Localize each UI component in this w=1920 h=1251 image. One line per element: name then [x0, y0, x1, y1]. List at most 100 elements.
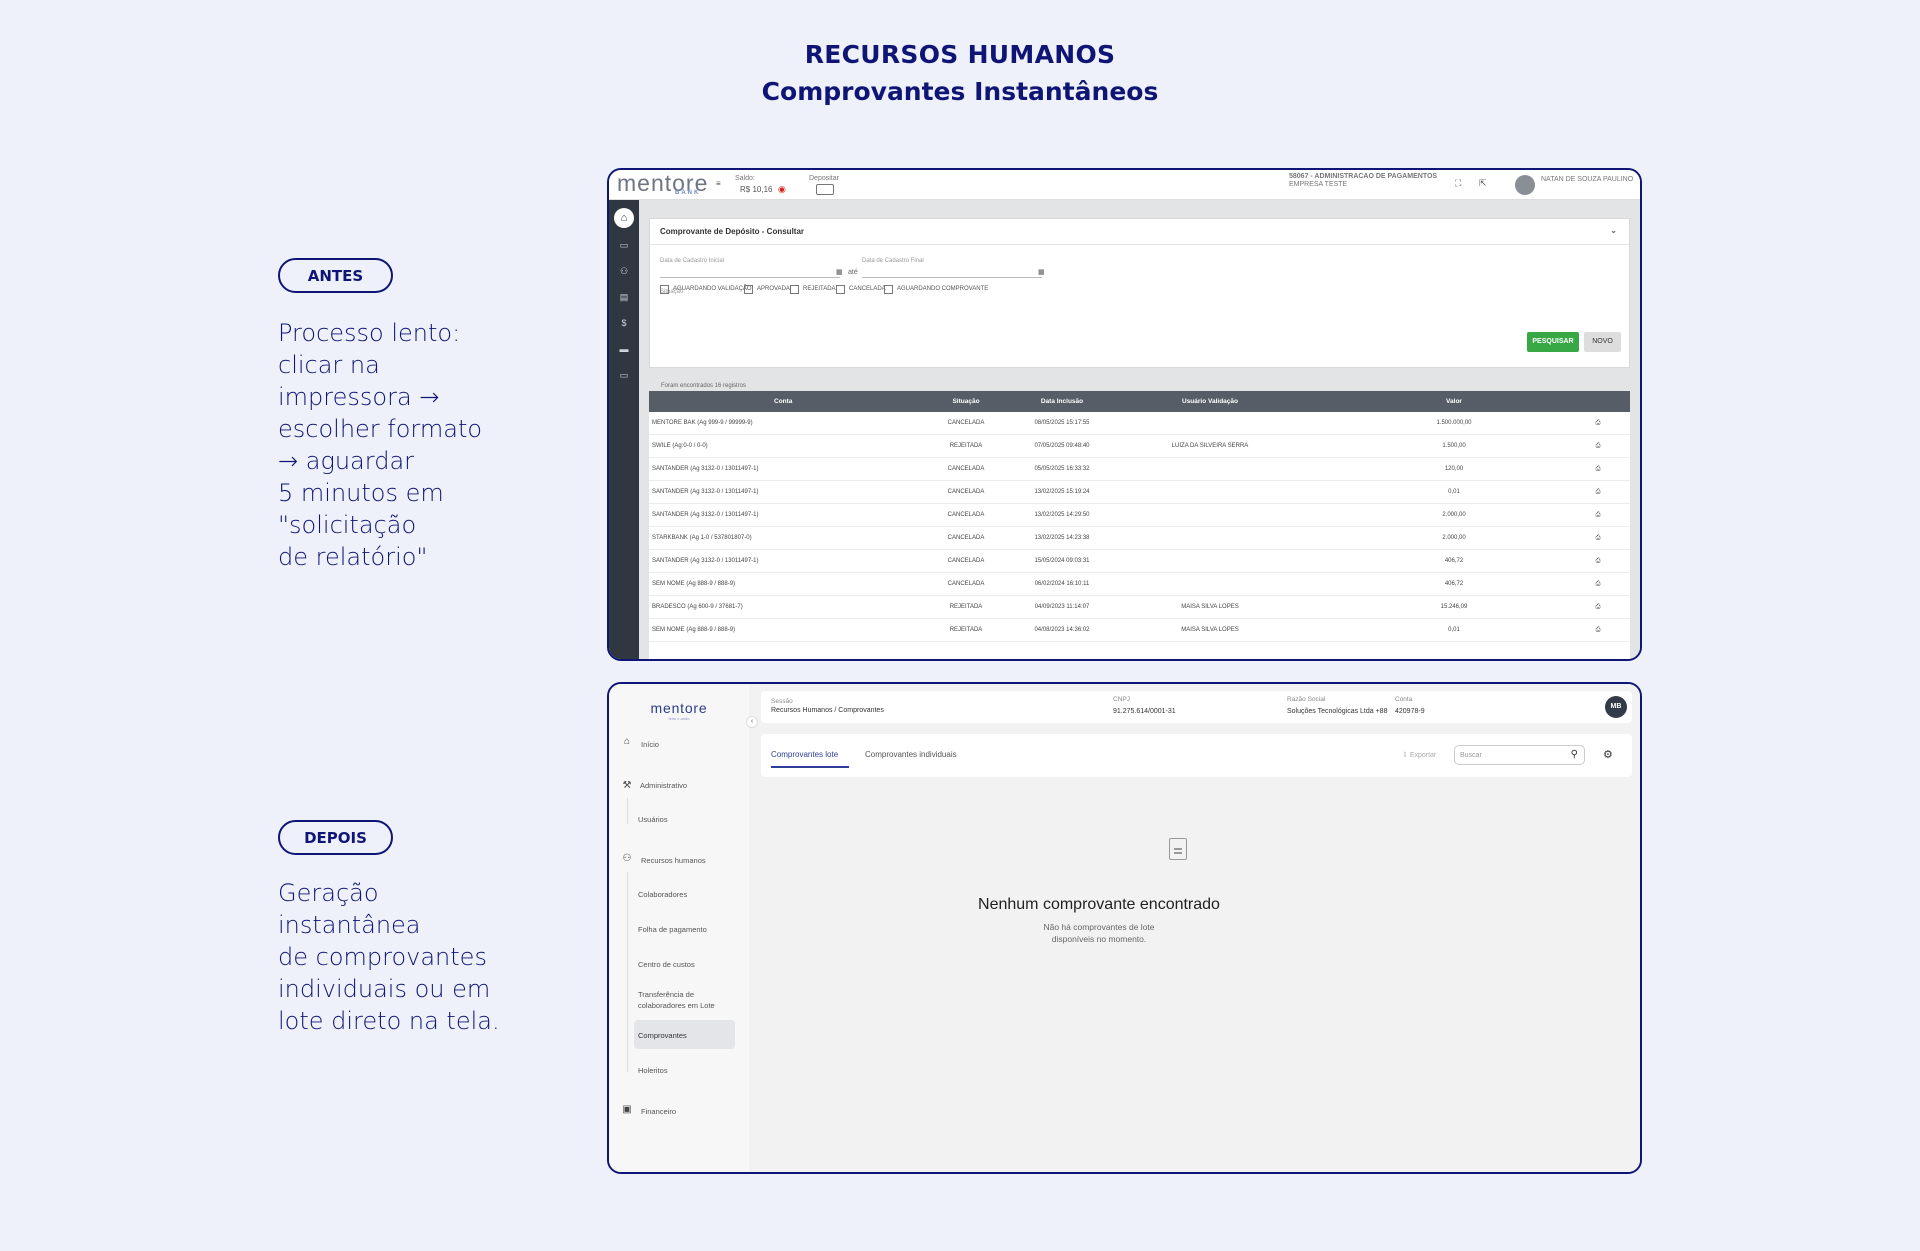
search-icon[interactable]: ⚲ [1571, 749, 1578, 760]
avatar[interactable]: MB [1605, 696, 1627, 718]
wallet-icon[interactable]: ▭ [617, 240, 631, 250]
checkbox-cancelada[interactable] [836, 285, 845, 294]
before-topbar: mentore BANK ≡ Saldo: R$ 10,16 ◉ Deposit… [609, 170, 1640, 200]
empty-state-message: Não há comprovantes de lote disponíveis … [1043, 922, 1155, 944]
print-icon[interactable]: ⎙ [1594, 420, 1602, 427]
search-input[interactable] [1460, 748, 1560, 762]
search-box[interactable]: ⚲ [1454, 745, 1585, 765]
nav-colaboradores[interactable]: Colaboradores [638, 890, 687, 899]
records-found: Foram encontrados 16 registros [661, 383, 747, 389]
table-row[interactable]: SANTANDER (Ag 3132-0 / 13011497-1) CANCEL… [649, 481, 1630, 504]
cell-valor: 15.246,09 [1440, 604, 1468, 610]
print-icon[interactable]: ⎙ [1594, 627, 1602, 634]
table-row[interactable]: MENTORE BAK (Ag 999-9 / 99999-9) CANCELAD… [649, 412, 1630, 435]
nav-folha-de-pagamento[interactable]: Folha de pagamento [638, 925, 707, 934]
calendar-icon[interactable]: ▦ [836, 268, 843, 276]
card-icon[interactable]: ▬ [617, 344, 631, 354]
nav-divider [627, 798, 628, 824]
novo-button[interactable]: NOVO [1584, 332, 1621, 352]
nav-financeiro[interactable]: Financeiro [641, 1107, 676, 1116]
export-button[interactable]: ⇩ Exportar [1402, 751, 1436, 759]
external-link-icon[interactable]: ⇱ [1479, 178, 1487, 189]
company-type: EMPRESA TESTE [1289, 181, 1348, 188]
nav-transferencia-line2[interactable]: colaboradores em Lote [638, 1001, 715, 1010]
chevron-down-icon[interactable]: ⌄ [1610, 226, 1617, 235]
home-icon[interactable]: ⌂ [614, 208, 634, 228]
nav-administrativo[interactable]: Administrativo [640, 781, 687, 790]
user-name[interactable]: NATAN DE SOUZA PAULINO [1541, 176, 1633, 183]
date-end-field[interactable] [862, 277, 1042, 278]
company-name[interactable]: 58067 - ADMINISTRACAO DE PAGAMENTOS [1289, 173, 1437, 180]
print-icon[interactable]: ⎙ [1594, 443, 1602, 450]
cell-conta: SANTANDER (Ag 3132-0 / 13011497-1) [652, 558, 759, 564]
print-icon[interactable]: ⎙ [1594, 535, 1602, 542]
checkbox-aguardando-comprovante[interactable] [884, 285, 893, 294]
nav-centro-de-custos[interactable]: Centro de custos [638, 960, 695, 969]
table-row[interactable]: STARKBANK (Ag 1-0 / 537801807-0) CANCELAD… [649, 527, 1630, 550]
table-row[interactable]: SANTANDER (Ag 3132-0 / 13011497-1) CANCEL… [649, 504, 1630, 527]
panel-title-text: Comprovante de Depósito - Consultar [660, 227, 805, 236]
cell-data: 06/02/2024 16:10:11 [1034, 581, 1090, 587]
col-situacao[interactable]: Situação [941, 398, 991, 405]
print-icon[interactable]: ⎙ [1594, 466, 1602, 473]
cell-data: 04/09/2023 11:14:07 [1034, 604, 1090, 610]
calendar-icon[interactable]: ▦ [1038, 268, 1045, 276]
checkbox-aguardando-validacao[interactable] [660, 285, 669, 294]
razao-value[interactable]: Soluções Tecnológicas Ltda +88 [1287, 708, 1387, 715]
download-icon: ⇩ [1402, 752, 1410, 759]
cell-usuario: LUIZA DA SILVEIRA SERRA [1171, 443, 1249, 449]
monitor-icon[interactable]: ▭ [617, 370, 631, 380]
logo-tagline: feito e ando [668, 716, 690, 721]
wallet-icon: ▣ [622, 1104, 632, 1115]
nav-holeritos[interactable]: Holeritos [638, 1066, 668, 1075]
table-row[interactable]: SEM NOME (Ag 888-9 / 888-9) REJEITADA 04/0… [649, 619, 1630, 642]
cell-conta: BRADESCO (Ag 600-9 / 37681-7) [652, 604, 743, 610]
document-icon[interactable]: ▤ [617, 292, 631, 302]
cell-conta: SEM NOME (Ag 888-9 / 888-9) [652, 627, 736, 633]
print-icon[interactable]: ⎙ [1594, 581, 1602, 588]
col-conta[interactable]: Conta [774, 398, 792, 405]
nav-comprovantes[interactable]: Comprovantes [638, 1031, 687, 1040]
table-row[interactable]: SWILE (Ag:0-0 / 0-0) REJEITADA 07/05/2025 … [649, 435, 1630, 458]
dollar-icon[interactable]: $ [617, 318, 631, 328]
print-icon[interactable]: ⎙ [1594, 489, 1602, 496]
col-usuario[interactable]: Usuário Validação [1159, 398, 1261, 405]
menu-icon[interactable]: ≡ [716, 179, 721, 188]
col-valor[interactable]: Valor [1419, 398, 1489, 405]
fullscreen-icon[interactable]: ⛶ [1455, 178, 1461, 189]
tab-comprovantes-individuais[interactable]: Comprovantes individuais [865, 750, 957, 759]
date-start-field[interactable] [660, 277, 840, 278]
cell-data: 07/05/2025 09:48:40 [1034, 443, 1090, 449]
table-row[interactable]: BRADESCO (Ag 600-9 / 37681-7) REJEITADA 04… [649, 596, 1630, 619]
nav-inicio[interactable]: Início [641, 740, 659, 749]
wrench-icon: ⚒ [622, 780, 632, 791]
nav-recursos-humanos[interactable]: Recursos humanos [641, 856, 706, 865]
checkbox-rejeitada[interactable] [790, 285, 799, 294]
checkbox-aprovada[interactable] [744, 285, 753, 294]
nav-transferencia[interactable]: Transferência de [638, 990, 694, 999]
user-avatar[interactable] [1515, 175, 1535, 195]
col-data[interactable]: Data Inclusão [1027, 398, 1097, 405]
users-icon[interactable]: ⚇ [617, 266, 631, 276]
print-icon[interactable]: ⎙ [1594, 512, 1602, 519]
print-icon[interactable]: ⎙ [1594, 604, 1602, 611]
tab-comprovantes-lote[interactable]: Comprovantes lote [771, 750, 838, 759]
cell-conta: MENTORE BAK (Ag 999-9 / 99999-9) [652, 420, 753, 426]
cell-conta: SANTANDER (Ag 3132-0 / 13011497-1) [652, 489, 759, 495]
eye-icon[interactable]: ◉ [778, 184, 786, 195]
table-row[interactable]: SANTANDER (Ag 3132-0 / 13011497-1) CANCEL… [649, 458, 1630, 481]
cell-conta: SEM NOME (Ag 888-9 / 888-9) [652, 581, 736, 587]
document-icon [1169, 838, 1187, 860]
table-row[interactable]: SEM NOME (Ag 888-9 / 888-9) CANCELADA 06/0… [649, 573, 1630, 596]
mentore-logo[interactable]: mentore [609, 700, 749, 716]
collapse-sidebar-icon[interactable]: ‹ [746, 716, 758, 728]
print-icon[interactable]: ⎙ [1594, 558, 1602, 565]
pesquisar-button[interactable]: PESQUISAR [1527, 332, 1579, 352]
deposit-icon[interactable] [816, 184, 834, 195]
filter-icon[interactable]: ⚙ [1603, 748, 1613, 761]
table-row[interactable]: SANTANDER (Ag 3132-0 / 13011497-1) CANCEL… [649, 550, 1630, 573]
home-icon: ⌂ [623, 736, 631, 747]
nav-usuarios[interactable]: Usuários [638, 815, 668, 824]
table-header: Conta Situação Data Inclusão Usuário Val… [649, 391, 1630, 412]
cell-situacao: CANCELADA [947, 420, 985, 426]
